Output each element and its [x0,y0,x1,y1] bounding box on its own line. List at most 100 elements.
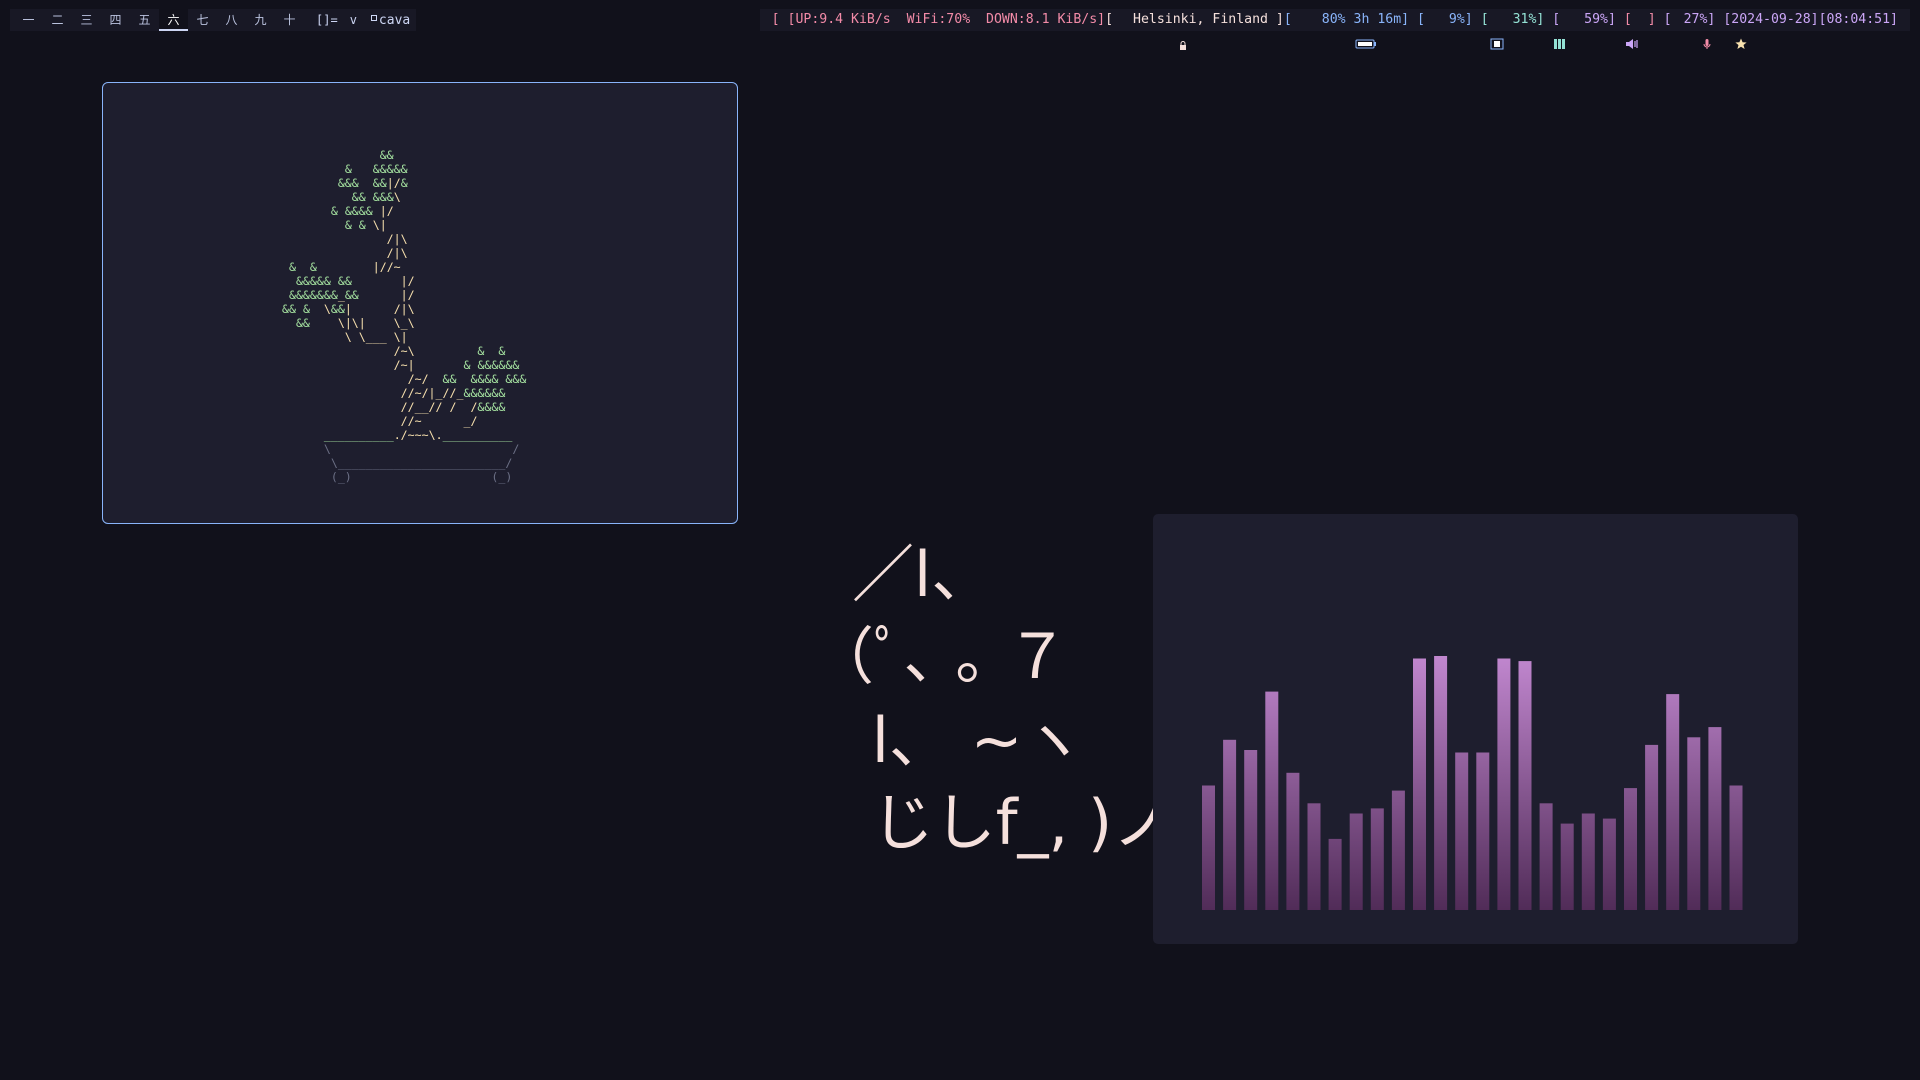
bonsai-line-10: &&&&& && |/ [275,274,415,289]
volume-text: 59%] [1576,12,1616,27]
window-title: cava [370,13,410,28]
workspace-tag-6[interactable]: 六 [159,9,188,31]
workspace-tag-5[interactable]: 五 [130,9,159,31]
memory-icon [1489,14,1566,49]
bonsai-ascii-art: && & &&&&& &&& &&|/& && &&&\ & &&&& |/ &… [275,148,526,484]
workspace-tag-7[interactable]: 七 [188,9,217,31]
cava-bar-22 [1645,744,1659,910]
cava-bar-25 [1708,727,1722,910]
cava-bar-21 [1624,788,1637,910]
cat-line-3: l、 ~ヽ [852,704,1085,777]
brightness-icon [1425,14,1504,50]
bonsai-line-12: && & \&&| /|\ [275,302,415,317]
cava-bar-4 [1265,691,1279,910]
cava-bar-17 [1539,803,1553,910]
cava-bar-16 [1518,661,1532,910]
bonsai-line-1: && [275,148,394,162]
updates-status: [ 27%] [1655,9,1747,49]
cat-line-1: ／l、 [852,538,994,611]
floating-indicator-icon [370,14,377,21]
workspace-tag-9[interactable]: 九 [246,9,275,31]
cava-bar-8 [1349,813,1363,910]
workspace-tag-8[interactable]: 八 [217,9,246,31]
bonsai-line-13: && \|\| \_\ [275,316,415,331]
top-bar: 一 二 三 四 五 六 七 八 九 十 []= v cava [ [UP:9.4… [0,0,1920,50]
cava-bar-1 [1202,785,1215,910]
bonsai-line-3: &&& &&|/& [275,176,408,191]
bonsai-line-7: /|\ [275,232,408,247]
memory-status: [ 31%] [1472,9,1566,49]
bonsai-line-2: & &&&&& [275,162,408,176]
cava-bar-10 [1391,790,1405,910]
bonsai-line-6: & & \| [275,218,387,233]
microphone-bracket-close: ] [1647,12,1656,27]
bonsai-line-23: \________________________/ [275,456,512,470]
workspace-tag-3[interactable]: 三 [72,9,101,31]
ascii-cat: ／l、 （ﾟ､ ｡ ７ l、 ~ヽ じしf_, )ノ [812,538,1174,880]
cat-line-4: じしf_, )ノ [852,786,1175,859]
bonsai-line-9: & & |//~ [275,260,401,275]
workspace-tag-1[interactable]: 一 [14,9,43,31]
bonsai-window[interactable]: && & &&&&& &&& &&|/& && &&&\ & &&&& |/ &… [102,82,738,524]
workspace-tag-4[interactable]: 四 [101,9,130,31]
bonsai-line-20: //~ _/ [275,414,477,428]
memory-text: 31%] [1504,12,1545,27]
lock-icon [1115,15,1186,50]
cava-bar-7 [1328,838,1342,910]
microphone-status: [ ] [1615,9,1711,49]
cava-bar-6 [1307,803,1321,910]
network-status: [ [UP:9.4 KiB/s WiFi:70% DOWN:8.1 KiB/s] [771,12,1106,27]
cava-bars [1202,656,1743,910]
cava-bar-23 [1666,694,1680,910]
star-icon [1672,14,1747,49]
cava-bar-5 [1286,772,1300,910]
bonsai-line-15: /~\ & & [275,344,505,358]
brightness-bracket: [ [1409,12,1425,27]
bonsai-line-17: /~/ && &&&& &&& [275,372,526,386]
workspace-tags: 一 二 三 四 五 六 七 八 九 十 []= v cava [10,9,417,31]
workspace-tag-10[interactable]: 十 [275,9,304,31]
updates-text: 27%] [1683,12,1716,27]
bonsai-line-4: && &&&\ [275,190,401,204]
cava-bar-13 [1455,752,1469,910]
cava-bar-15 [1497,658,1511,910]
bonsai-line-11: &&&&&&&_&& |/ [275,288,415,303]
bonsai-line-21: __________./~~~\.__________ [275,428,512,442]
workspace-tag-2[interactable]: 二 [43,9,72,31]
volume-status: [ 59%] [1544,9,1638,49]
cava-bar-9 [1370,808,1384,910]
cava-bar-24 [1687,737,1701,910]
cava-bar-14 [1476,752,1490,910]
microphone-bracket: [ [1615,12,1640,27]
memory-bracket: [ [1472,12,1489,27]
layout-indicator[interactable]: []= [316,13,338,27]
status-bar: [ [UP:9.4 KiB/s WiFi:70% DOWN:8.1 KiB/s]… [759,9,1910,50]
battery-text: 80% 3h 16m] [1313,12,1410,27]
weather-status: [ Helsinki, Finland ] [1105,9,1284,50]
cava-bar-26 [1729,785,1743,910]
brightness-status: [ 9%] [1409,9,1504,50]
bonsai-line-5: & &&&& |/ [275,204,394,219]
volume-icon [1560,14,1638,49]
cava-bar-19 [1581,813,1595,910]
battery-bracket: [ [1283,12,1292,27]
updates-bracket: [ [1655,12,1672,27]
layout-extra[interactable]: v [350,13,357,27]
datetime-status: [2024-09-28][08:04:51] [1715,12,1898,27]
bonsai-line-19: //__// / /&&&& [275,400,505,414]
bonsai-line-24: (_) (_) [275,470,512,484]
cava-bar-20 [1602,818,1616,910]
cava-bar-18 [1560,823,1574,910]
cava-bar-3 [1244,750,1258,910]
cava-bar-2 [1223,739,1237,910]
bonsai-line-18: //~/|_//_&&&&&& [275,386,505,401]
weather-bracket: [ [1105,12,1114,27]
cava-bar-11 [1413,658,1426,910]
cava-visualizer-window[interactable] [1153,514,1798,944]
bonsai-line-16: /~| & &&&&&& [275,358,519,373]
bonsai-line-14: \ \___ \| [275,330,408,345]
battery-icon [1292,14,1377,49]
microphone-icon [1640,14,1711,49]
cava-bar-12 [1434,656,1448,910]
battery-status: [ 80% 3h 16m] [1283,9,1410,49]
